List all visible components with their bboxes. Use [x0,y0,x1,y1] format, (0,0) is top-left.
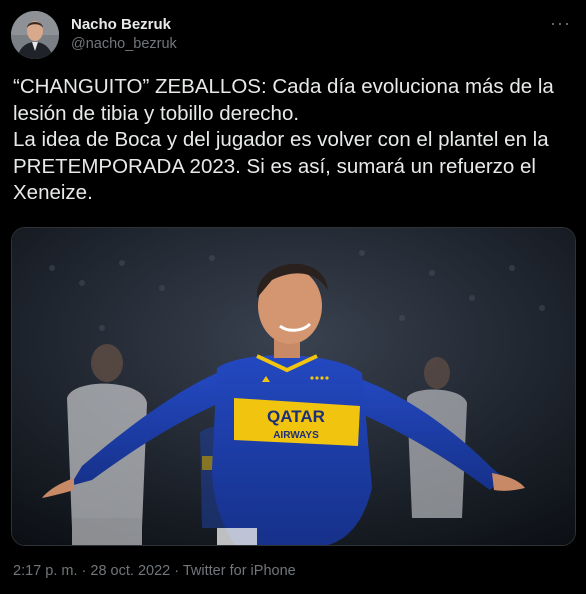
author-names: Nacho Bezruk @nacho_bezruk [71,15,177,54]
meta-separator: · [81,563,87,579]
sponsor-top: QATAR [267,407,325,426]
author-display-name[interactable]: Nacho Bezruk [71,15,177,34]
tweet-header: Nacho Bezruk @nacho_bezruk ··· [11,11,575,61]
avatar[interactable] [11,11,59,59]
avatar-image [11,11,59,59]
photo-soccer-player: QATAR AIRWAYS [12,228,575,545]
tweet-time[interactable]: 2:17 p. m. [13,563,77,579]
tweet-text: “CHANGUITO” ZEBALLOS: Cada día evolucion… [13,75,554,204]
tweet-date[interactable]: 28 oct. 2022 [90,563,170,579]
tweet-source[interactable]: Twitter for iPhone [183,563,296,579]
tweet-meta: 2:17 p. m. · 28 oct. 2022 · Twitter for … [13,563,296,579]
meta-separator: · [174,563,180,579]
tweet-photo[interactable]: QATAR AIRWAYS [11,227,576,546]
more-horizontal-icon[interactable]: ··· [550,13,571,34]
author-handle[interactable]: @nacho_bezruk [71,34,177,54]
sponsor-bottom: AIRWAYS [273,430,319,441]
